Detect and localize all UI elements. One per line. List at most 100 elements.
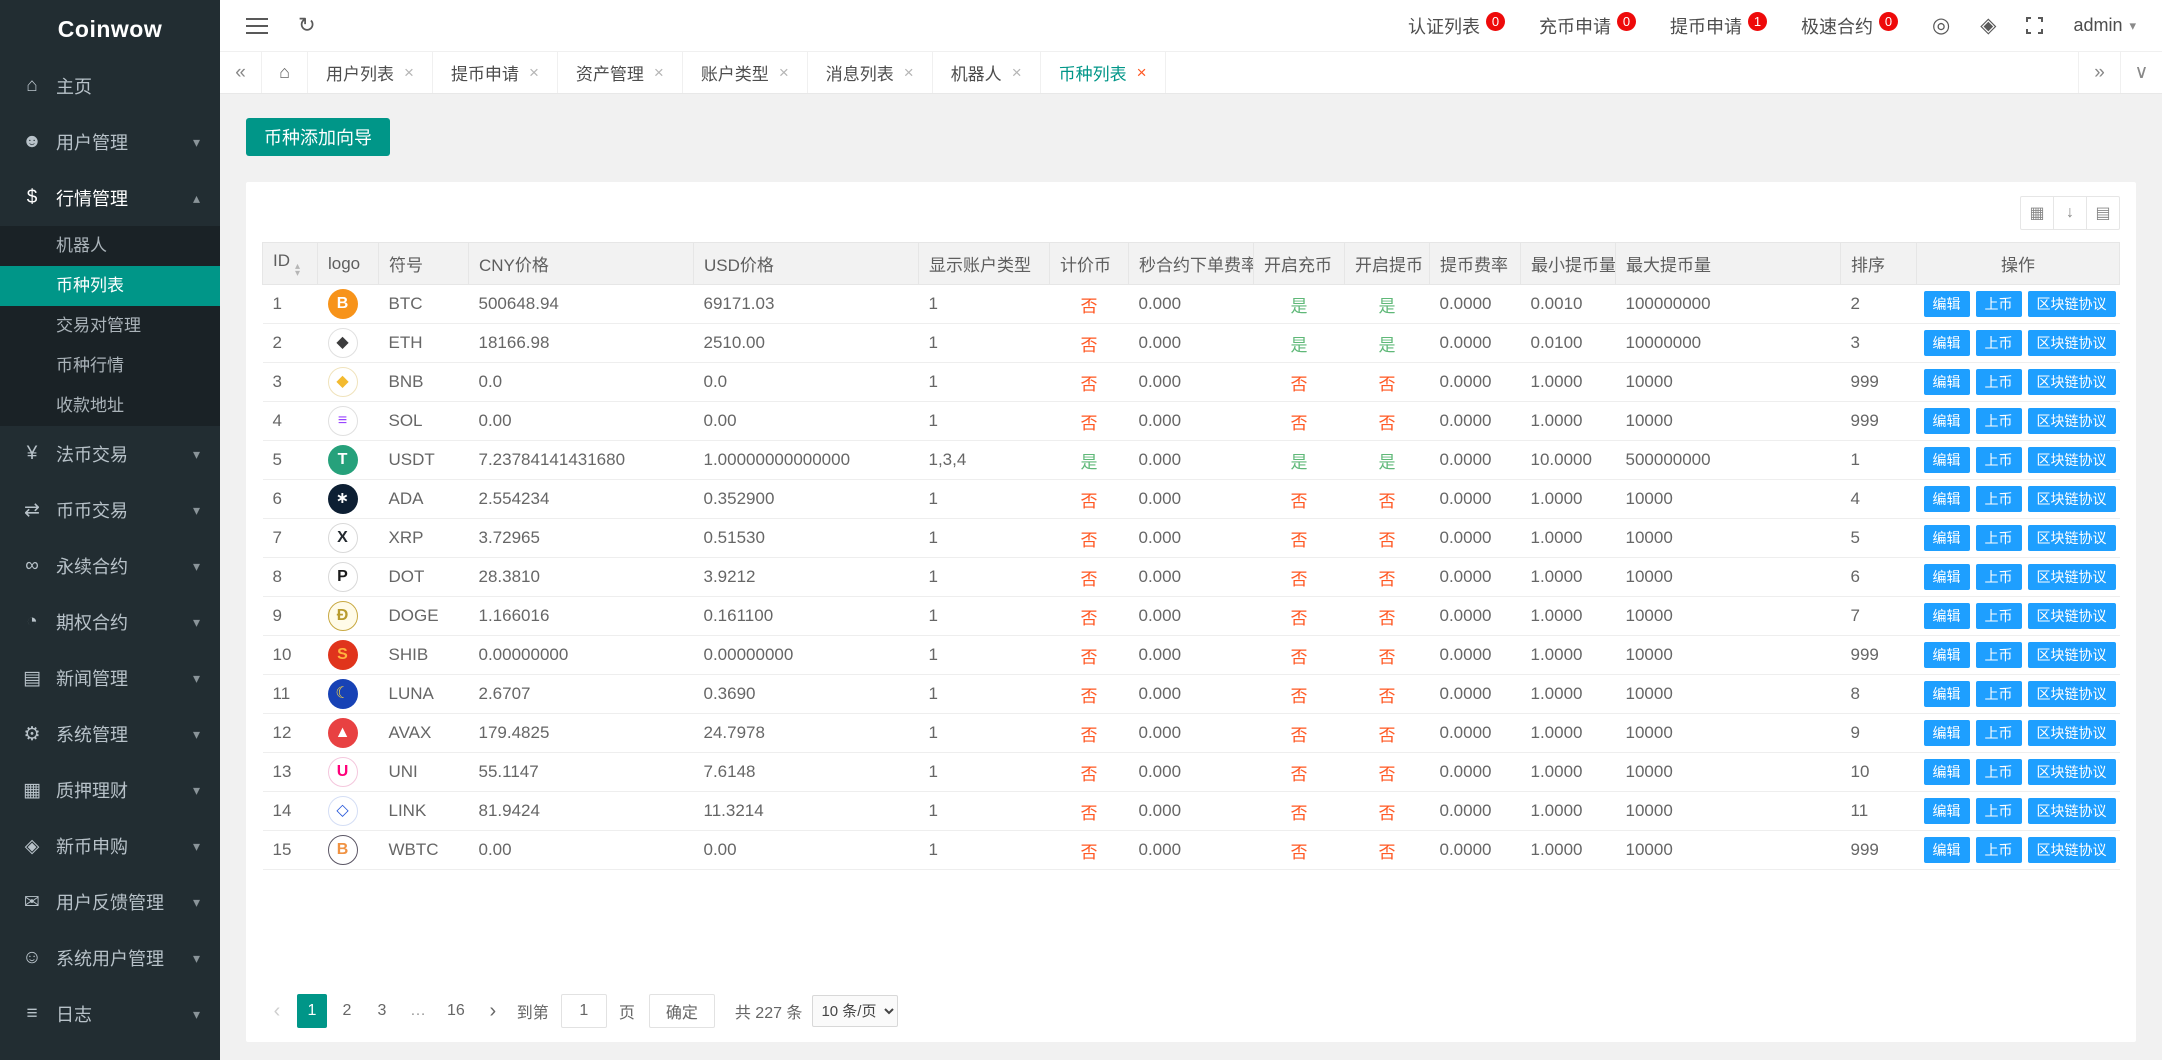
blockchain-protocol-button[interactable]: 区块链协议 [2028, 603, 2116, 629]
tab-account-type[interactable]: 账户类型× [683, 52, 808, 93]
edit-button[interactable]: 编辑 [1924, 291, 1970, 317]
edit-button[interactable]: 编辑 [1924, 369, 1970, 395]
edit-button[interactable]: 编辑 [1924, 837, 1970, 863]
notice-deposit-request[interactable]: 充币申请0 [1539, 13, 1636, 39]
list-coin-button[interactable]: 上币 [1976, 837, 2022, 863]
edit-button[interactable]: 编辑 [1924, 330, 1970, 356]
close-tab-icon[interactable]: × [1012, 64, 1022, 81]
sort-icons[interactable]: ▴▾ [295, 263, 300, 277]
confirm-page-button[interactable]: 确定 [649, 994, 715, 1028]
sidebar-subitem-payment-address[interactable]: 收款地址 [0, 386, 220, 426]
edit-button[interactable]: 编辑 [1924, 486, 1970, 512]
blockchain-protocol-button[interactable]: 区块链协议 [2028, 408, 2116, 434]
blockchain-protocol-button[interactable]: 区块链协议 [2028, 525, 2116, 551]
list-coin-button[interactable]: 上币 [1976, 720, 2022, 746]
list-coin-button[interactable]: 上币 [1976, 408, 2022, 434]
scroll-tabs-left-icon[interactable]: « [220, 52, 262, 93]
sidebar-item-sys-users[interactable]: ☺系统用户管理▾ [0, 930, 220, 986]
sidebar-item-options[interactable]: ◔期权合约▾ [0, 594, 220, 650]
edit-button[interactable]: 编辑 [1924, 525, 1970, 551]
close-tab-icon[interactable]: × [529, 64, 539, 81]
sidebar-item-new-coin[interactable]: ◈新币申购▾ [0, 818, 220, 874]
list-coin-button[interactable]: 上币 [1976, 759, 2022, 785]
tag-icon[interactable]: ◈ [1980, 15, 1996, 36]
tab-robot[interactable]: 机器人× [933, 52, 1041, 93]
blockchain-protocol-button[interactable]: 区块链协议 [2028, 447, 2116, 473]
list-coin-button[interactable]: 上币 [1976, 798, 2022, 824]
tab-asset-mgmt[interactable]: 资产管理× [558, 52, 683, 93]
sidebar-item-spot-trade[interactable]: ⇄币币交易▾ [0, 482, 220, 538]
sidebar-item-news-mgmt[interactable]: ▤新闻管理▾ [0, 650, 220, 706]
blockchain-protocol-button[interactable]: 区块链协议 [2028, 564, 2116, 590]
edit-button[interactable]: 编辑 [1924, 720, 1970, 746]
notice-withdraw-request[interactable]: 提币申请1 [1670, 13, 1767, 39]
blockchain-protocol-button[interactable]: 区块链协议 [2028, 291, 2116, 317]
list-coin-button[interactable]: 上币 [1976, 330, 2022, 356]
tab-menu-icon[interactable]: ∨ [2120, 52, 2162, 93]
blockchain-protocol-button[interactable]: 区块链协议 [2028, 330, 2116, 356]
export-icon[interactable]: ↓ [2053, 196, 2087, 230]
fullscreen-icon[interactable] [2026, 17, 2043, 34]
tab-user-list[interactable]: 用户列表× [308, 52, 433, 93]
list-coin-button[interactable]: 上币 [1976, 486, 2022, 512]
page-size-select[interactable]: 10 条/页 [812, 995, 898, 1027]
list-coin-button[interactable]: 上币 [1976, 525, 2022, 551]
blockchain-protocol-button[interactable]: 区块链协议 [2028, 720, 2116, 746]
sort-desc-icon[interactable]: ▾ [295, 270, 300, 277]
sidebar-item-logs[interactable]: ≡日志▾ [0, 986, 220, 1042]
list-coin-button[interactable]: 上币 [1976, 369, 2022, 395]
page-number-16[interactable]: 16 [439, 994, 473, 1028]
sidebar-item-fiat-trade[interactable]: ¥法币交易▾ [0, 426, 220, 482]
close-tab-icon[interactable]: × [404, 64, 414, 81]
sidebar-subitem-trading-pair-mgmt[interactable]: 交易对管理 [0, 306, 220, 346]
close-tab-icon[interactable]: × [904, 64, 914, 81]
list-coin-button[interactable]: 上币 [1976, 642, 2022, 668]
scroll-tabs-right-icon[interactable]: » [2078, 52, 2120, 93]
sidebar-item-market-mgmt[interactable]: $行情管理▴ [0, 170, 220, 226]
goto-page-input[interactable] [561, 994, 607, 1028]
close-tab-icon[interactable]: × [654, 64, 664, 81]
sidebar-item-staking[interactable]: ▦质押理财▾ [0, 762, 220, 818]
list-coin-button[interactable]: 上币 [1976, 564, 2022, 590]
sidebar-item-perpetual[interactable]: ∞永续合约▾ [0, 538, 220, 594]
blockchain-protocol-button[interactable]: 区块链协议 [2028, 681, 2116, 707]
tab-coin-list[interactable]: 币种列表× [1041, 52, 1166, 93]
print-icon[interactable]: ▤ [2086, 196, 2120, 230]
edit-button[interactable]: 编辑 [1924, 681, 1970, 707]
close-tab-icon[interactable]: × [779, 64, 789, 81]
filter-columns-icon[interactable]: ▦ [2020, 196, 2054, 230]
sidebar-item-user-mgmt[interactable]: ☻用户管理▾ [0, 114, 220, 170]
page-number-2[interactable]: 2 [332, 994, 362, 1028]
notice-auth-list[interactable]: 认证列表0 [1408, 13, 1505, 39]
sidebar-item-system-mgmt[interactable]: ⚙系统管理▾ [0, 706, 220, 762]
collapse-sidebar-icon[interactable] [246, 17, 268, 35]
blockchain-protocol-button[interactable]: 区块链协议 [2028, 486, 2116, 512]
edit-button[interactable]: 编辑 [1924, 564, 1970, 590]
theme-icon[interactable]: ◎ [1932, 15, 1950, 36]
list-coin-button[interactable]: 上币 [1976, 291, 2022, 317]
tab-home[interactable]: ⌂ [262, 52, 308, 93]
sidebar-item-home[interactable]: ⌂主页 [0, 58, 220, 114]
user-menu[interactable]: admin ▾ [2073, 15, 2136, 36]
edit-button[interactable]: 编辑 [1924, 408, 1970, 434]
edit-button[interactable]: 编辑 [1924, 603, 1970, 629]
sidebar-item-feedback[interactable]: ✉用户反馈管理▾ [0, 874, 220, 930]
blockchain-protocol-button[interactable]: 区块链协议 [2028, 369, 2116, 395]
edit-button[interactable]: 编辑 [1924, 759, 1970, 785]
list-coin-button[interactable]: 上币 [1976, 603, 2022, 629]
edit-button[interactable]: 编辑 [1924, 642, 1970, 668]
close-tab-icon[interactable]: × [1137, 64, 1147, 81]
prev-page-icon[interactable]: ‹ [262, 994, 292, 1028]
blockchain-protocol-button[interactable]: 区块链协议 [2028, 837, 2116, 863]
page-number-1[interactable]: 1 [297, 994, 327, 1028]
add-coin-wizard-button[interactable]: 币种添加向导 [246, 118, 390, 156]
tab-withdraw-request[interactable]: 提币申请× [433, 52, 558, 93]
tab-message-list[interactable]: 消息列表× [808, 52, 933, 93]
sidebar-subitem-coin-market[interactable]: 币种行情 [0, 346, 220, 386]
list-coin-button[interactable]: 上币 [1976, 681, 2022, 707]
list-coin-button[interactable]: 上币 [1976, 447, 2022, 473]
next-page-icon[interactable]: › [478, 994, 508, 1028]
sidebar-subitem-coin-list[interactable]: 币种列表 [0, 266, 220, 306]
blockchain-protocol-button[interactable]: 区块链协议 [2028, 759, 2116, 785]
page-number-3[interactable]: 3 [367, 994, 397, 1028]
